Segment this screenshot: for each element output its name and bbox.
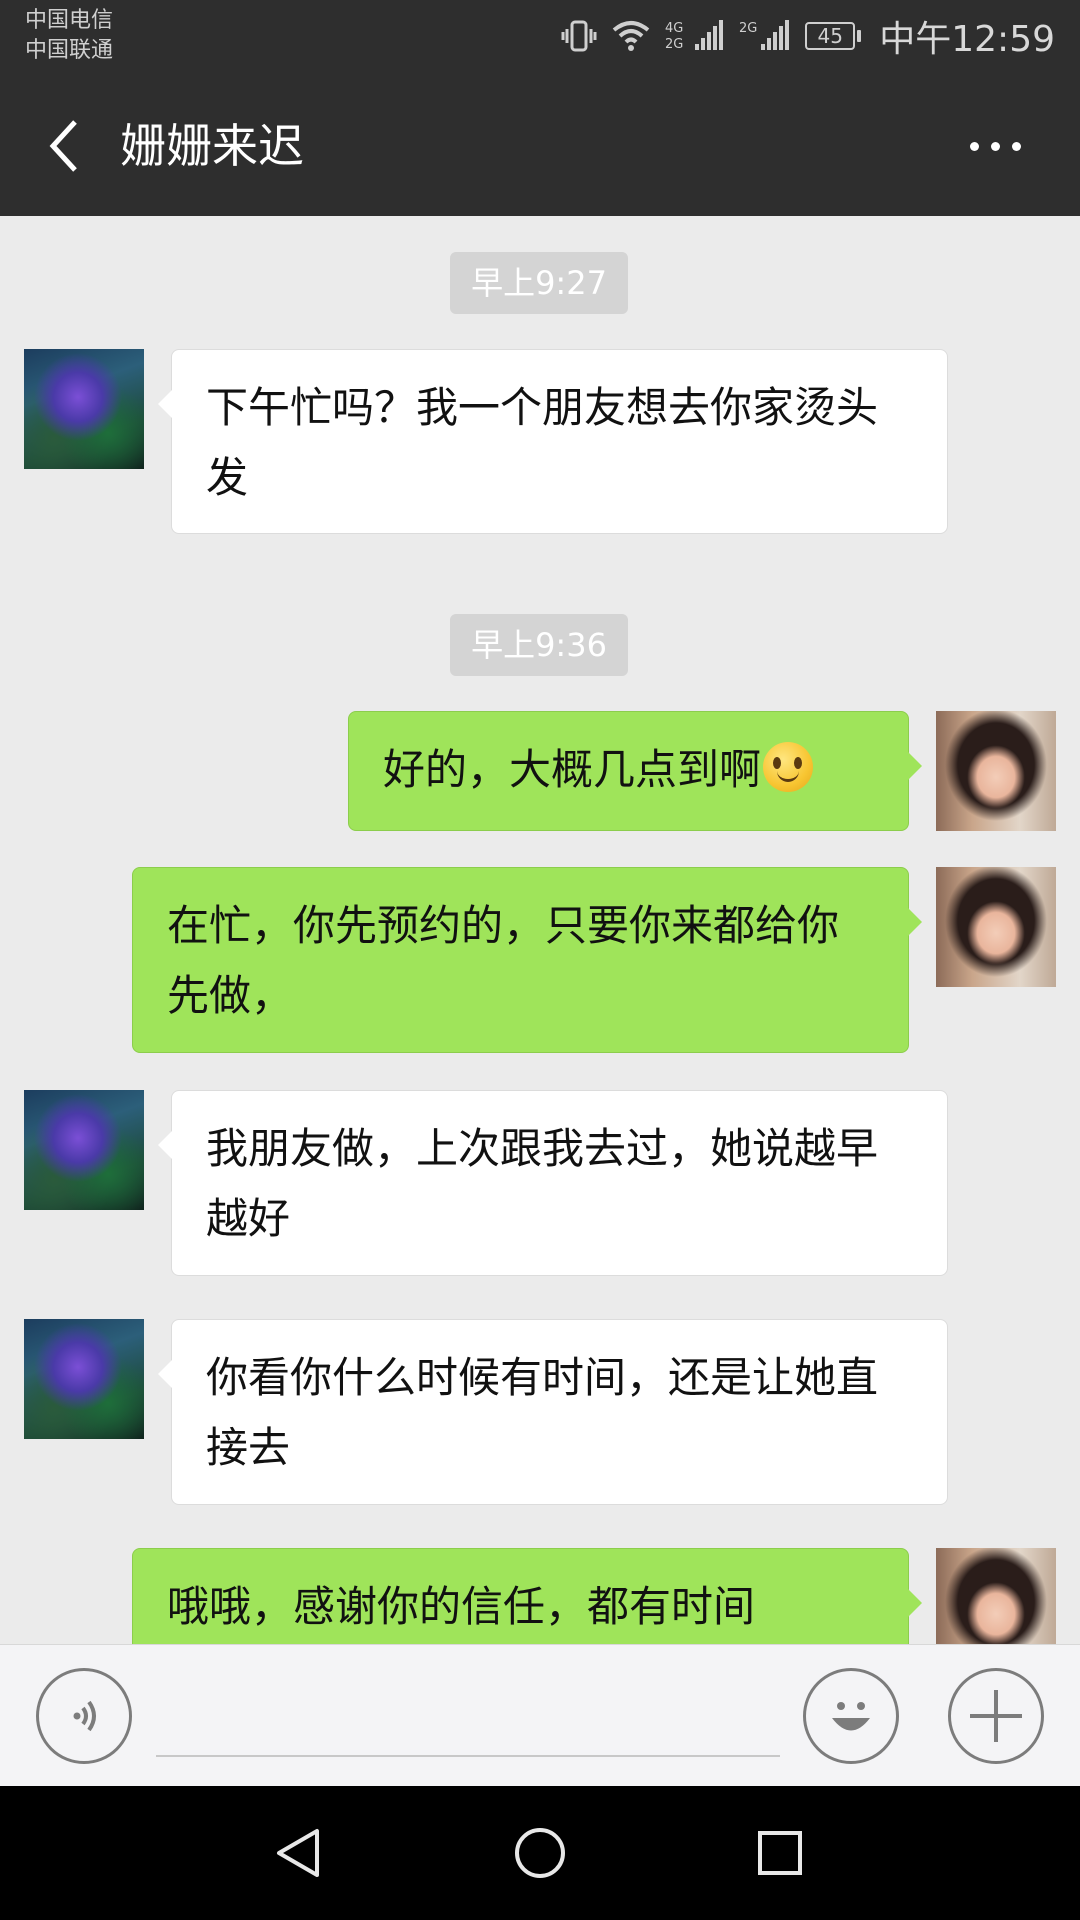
back-button[interactable] — [30, 111, 100, 181]
contact-avatar[interactable] — [24, 1090, 144, 1210]
chat-message-list[interactable]: 早上9:27 下午忙吗？我一个朋友想去你家烫头发 早上9:36 好的，大概几点到… — [0, 216, 1080, 1644]
emoji-button[interactable] — [803, 1668, 899, 1764]
message-input[interactable] — [156, 1675, 780, 1757]
message-bubble-incoming[interactable]: 你看你什么时候有时间，还是让她直接去 — [158, 1319, 948, 1505]
nav-back-icon — [277, 1829, 319, 1877]
wifi-icon — [612, 21, 650, 51]
carrier-2: 中国联通 — [25, 38, 114, 63]
message-timestamp: 早上9:27 — [450, 252, 628, 314]
network-label-2: 2G — [739, 21, 757, 36]
emoji-icon — [832, 1702, 870, 1731]
plus-icon — [970, 1690, 1022, 1742]
carrier-1: 中国电信 — [25, 8, 114, 33]
signal-icon-2: 2G — [739, 20, 790, 50]
status-bar: 中国电信 中国联通 4G 2G 2G 45 中午12:59 — [0, 0, 1080, 76]
nav-recents-button[interactable] — [740, 1813, 820, 1893]
contact-avatar[interactable] — [24, 349, 144, 469]
signal-icon: 4G 2G — [665, 20, 724, 52]
nav-recents-icon — [758, 1831, 802, 1875]
nav-back-button[interactable] — [259, 1813, 339, 1893]
voice-button[interactable] — [36, 1668, 132, 1764]
nav-home-icon — [515, 1828, 565, 1878]
chat-title: 姗姗来迟 — [120, 119, 304, 173]
status-icons: 4G 2G 2G 45 中午12:59 — [561, 14, 1055, 60]
chat-header: 姗姗来迟 — [0, 76, 1080, 216]
battery-icon: 45 — [805, 22, 862, 50]
more-dots-icon — [969, 141, 979, 151]
user-avatar[interactable] — [936, 711, 1056, 831]
carrier-info: 中国电信 中国联通 — [25, 6, 113, 66]
message-input-bar — [0, 1644, 1080, 1786]
add-button[interactable] — [948, 1668, 1044, 1764]
message-timestamp: 早上9:36 — [450, 614, 628, 676]
message-bubble-outgoing[interactable]: 在忙，你先预约的，只要你来都给你先做， — [132, 867, 922, 1053]
message-bubble-outgoing[interactable]: 哦哦，感谢你的信任，都有时间 — [132, 1548, 922, 1644]
back-arrow-icon — [49, 120, 77, 172]
more-button[interactable] — [950, 111, 1040, 181]
nav-home-button[interactable] — [500, 1813, 580, 1893]
vibrate-icon — [561, 20, 597, 52]
message-bubble-outgoing[interactable]: 好的，大概几点到啊 — [348, 711, 922, 831]
user-avatar[interactable] — [936, 1548, 1056, 1644]
network-label-1: 4G — [665, 21, 683, 36]
voice-icon — [73, 1700, 96, 1732]
system-nav-bar — [0, 1786, 1080, 1920]
message-bubble-incoming[interactable]: 我朋友做，上次跟我去过，她说越早越好 — [158, 1090, 948, 1276]
status-time: 中午12:59 — [879, 19, 1055, 60]
smile-emoji-icon — [763, 742, 814, 792]
contact-avatar[interactable] — [24, 1319, 144, 1439]
message-text: 好的，大概几点到啊 — [383, 745, 762, 794]
user-avatar[interactable] — [936, 867, 1056, 987]
network-label-1b: 2G — [665, 37, 683, 52]
message-bubble-incoming[interactable]: 下午忙吗？我一个朋友想去你家烫头发 — [158, 349, 948, 534]
battery-level: 45 — [805, 22, 856, 50]
